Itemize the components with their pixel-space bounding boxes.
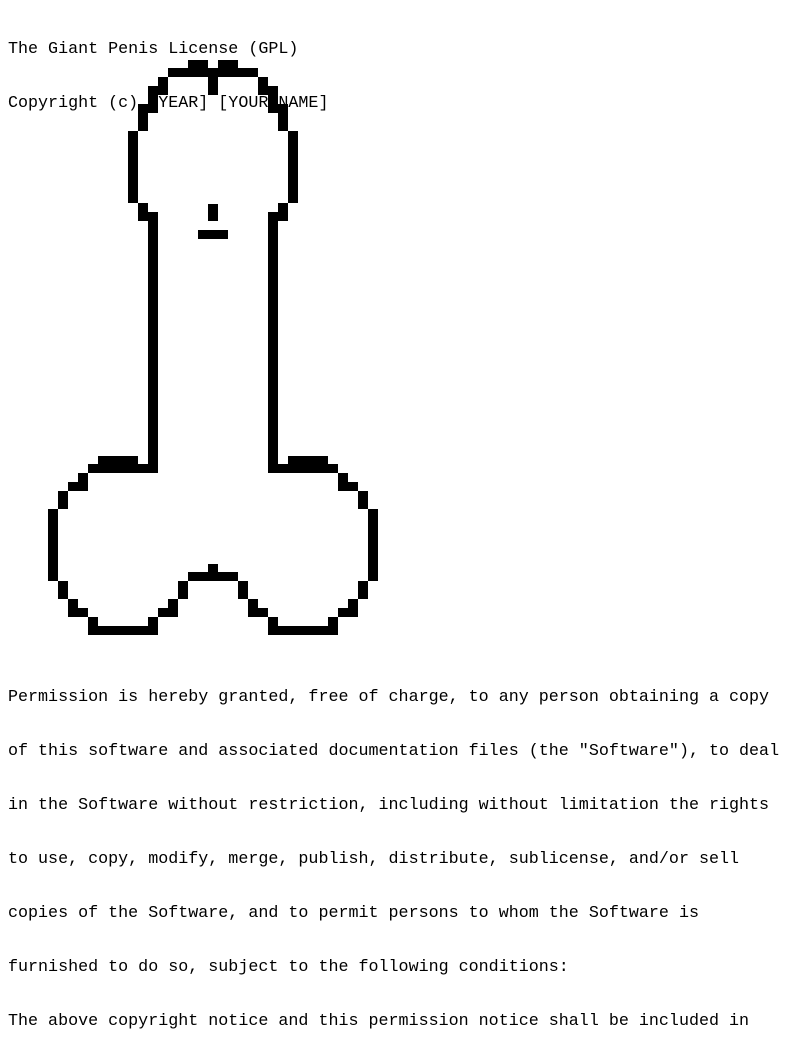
- art-pixel-block: [88, 617, 98, 635]
- art-pixel-block: [138, 104, 148, 131]
- art-pixel-block: [168, 68, 188, 77]
- art-pixel-block: [268, 212, 278, 473]
- art-pixel-block: [188, 60, 208, 77]
- art-pixel-block: [198, 230, 228, 239]
- license-line: copies of the Software, and to permit pe…: [8, 904, 699, 923]
- art-pixel-block: [78, 608, 88, 617]
- art-pixel-block: [48, 509, 58, 581]
- art-pixel-block: [238, 68, 258, 77]
- art-pixel-block: [98, 456, 138, 473]
- art-pixel-block: [218, 60, 238, 77]
- art-pixel-block: [128, 131, 138, 203]
- art-pixel-block: [208, 564, 218, 581]
- art-pixel-block: [268, 86, 278, 113]
- art-pixel-block: [278, 104, 288, 131]
- art-pixel-block: [258, 608, 268, 617]
- art-pixel-block: [278, 203, 288, 221]
- art-pixel-block: [258, 77, 268, 95]
- license-line: Permission is hereby granted, free of ch…: [8, 688, 770, 707]
- art-pixel-block: [278, 464, 288, 473]
- art-pixel-block: [268, 617, 278, 635]
- art-pixel-block: [338, 473, 348, 491]
- license-line: in the Software without restriction, inc…: [8, 796, 770, 815]
- art-pixel-block: [138, 203, 148, 221]
- art-pixel-block: [208, 68, 218, 95]
- art-pixel-block: [368, 509, 378, 581]
- art-pixel-block: [288, 131, 298, 203]
- art-pixel-block: [348, 599, 358, 617]
- art-pixel-block: [98, 626, 148, 635]
- art-pixel-block: [58, 581, 68, 599]
- license-line: to use, copy, modify, merge, publish, di…: [8, 850, 740, 869]
- art-pixel-block: [248, 599, 258, 617]
- art-pixel-block: [148, 617, 158, 635]
- art-pixel-block: [58, 491, 68, 509]
- art-pixel-block: [178, 581, 188, 599]
- art-pixel-block: [148, 86, 158, 113]
- art-pixel-block: [168, 599, 178, 617]
- art-pixel-block: [358, 581, 368, 599]
- art-pixel-block: [138, 464, 148, 473]
- art-pixel-block: [78, 473, 88, 491]
- art-pixel-block: [288, 456, 328, 473]
- art-pixel-block: [68, 599, 78, 617]
- license-line: The above copyright notice and this perm…: [8, 1012, 750, 1031]
- art-pixel-block: [158, 608, 168, 617]
- art-pixel-block: [68, 482, 78, 491]
- art-pixel-block: [158, 77, 168, 95]
- pixel-art-illustration: [48, 60, 378, 635]
- license-line: of this software and associated document…: [8, 742, 780, 761]
- license-body: Permission is hereby granted, free of ch…: [8, 653, 779, 1049]
- art-pixel-block: [358, 491, 368, 509]
- art-pixel-block: [218, 572, 238, 581]
- art-pixel-block: [338, 608, 348, 617]
- license-title: The Giant Penis License (GPL): [8, 40, 299, 59]
- art-pixel-block: [278, 626, 328, 635]
- art-pixel-block: [148, 212, 158, 473]
- license-line: furnished to do so, subject to the follo…: [8, 958, 569, 977]
- art-pixel-block: [238, 581, 248, 599]
- art-pixel-block: [328, 617, 338, 635]
- art-pixel-block: [328, 464, 338, 473]
- art-pixel-block: [88, 464, 98, 473]
- art-pixel-block: [188, 572, 208, 581]
- art-pixel-block: [208, 204, 218, 221]
- art-pixel-block: [348, 482, 358, 491]
